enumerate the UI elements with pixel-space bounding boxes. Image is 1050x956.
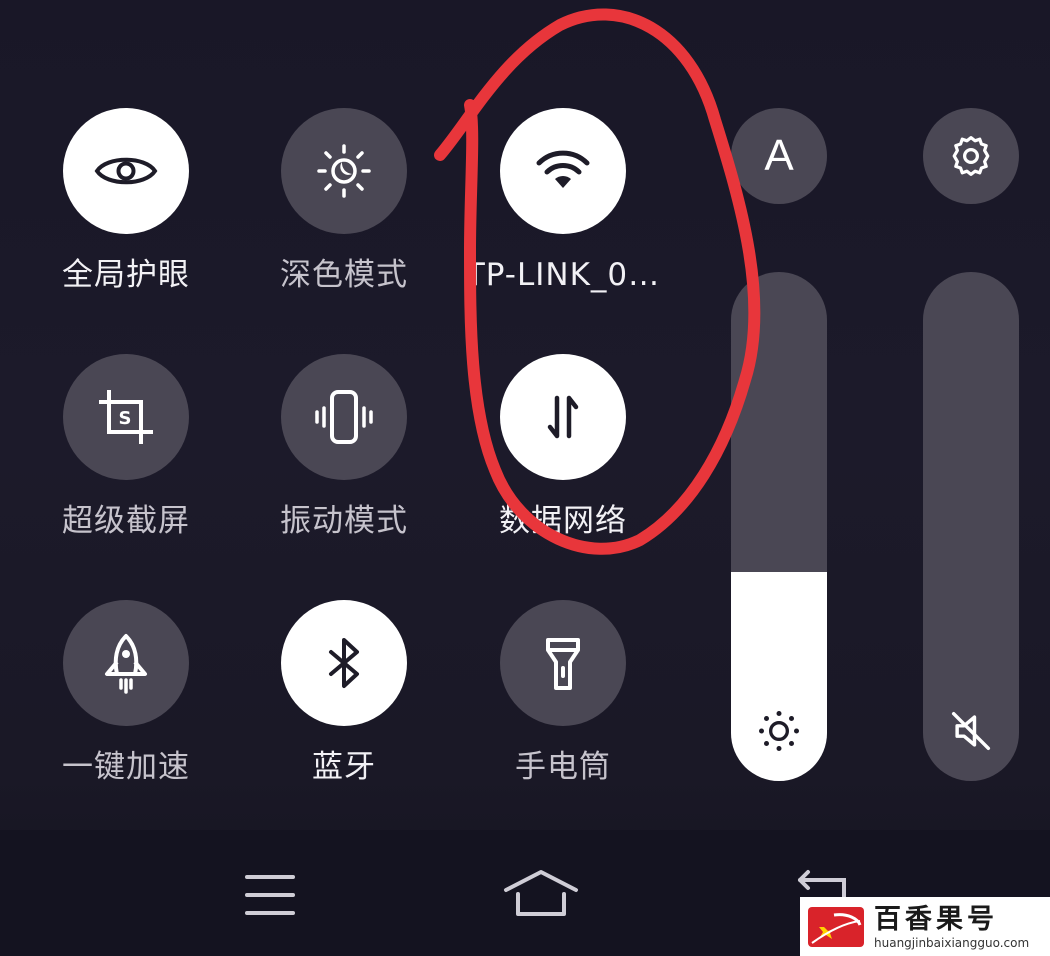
watermark-logo-icon xyxy=(808,906,864,947)
screenshot-icon: S xyxy=(99,390,153,444)
home-button[interactable] xyxy=(498,860,584,930)
bluetooth-toggle[interactable] xyxy=(281,600,407,726)
rocket-icon xyxy=(105,634,147,694)
home-icon xyxy=(504,870,578,916)
tile-label-vibrate: 振动模式 xyxy=(280,503,408,539)
tile-label-eye-protection: 全局护眼 xyxy=(62,257,190,293)
svg-text:S: S xyxy=(119,408,132,429)
auto-brightness-button[interactable]: A xyxy=(731,108,827,204)
tile-label-boost: 一键加速 xyxy=(62,749,190,785)
eye-icon xyxy=(94,157,158,185)
vibrate-mode-toggle[interactable] xyxy=(281,354,407,480)
vibrate-icon xyxy=(315,390,373,444)
tile-label-super-screenshot: 超级截屏 xyxy=(62,503,190,539)
menu-icon xyxy=(245,875,295,915)
eye-protection-toggle[interactable] xyxy=(63,108,189,234)
dark-mode-toggle[interactable] xyxy=(281,108,407,234)
brightness-slider[interactable] xyxy=(731,272,827,781)
mobile-data-toggle[interactable] xyxy=(500,354,626,480)
bluetooth-icon xyxy=(329,638,359,688)
tile-label-bluetooth: 蓝牙 xyxy=(312,749,376,785)
mute-icon xyxy=(951,711,991,751)
sun-icon xyxy=(759,711,799,751)
tile-label-mobile-data: 数据网络 xyxy=(499,503,627,539)
volume-slider[interactable] xyxy=(923,272,1019,781)
wifi-toggle[interactable] xyxy=(500,108,626,234)
tile-label-dark-mode: 深色模式 xyxy=(280,257,408,293)
tile-label-wifi: TP-LINK_0… xyxy=(465,257,661,293)
flashlight-icon xyxy=(546,638,580,690)
menu-button[interactable] xyxy=(230,860,310,930)
watermark: 百香果号 huangjinbaixiangguo.com xyxy=(800,897,1050,956)
mobile-data-icon xyxy=(547,395,579,439)
super-screenshot-toggle[interactable]: S xyxy=(63,354,189,480)
gear-icon xyxy=(952,136,990,176)
settings-button[interactable] xyxy=(923,108,1019,204)
wifi-icon xyxy=(536,150,590,188)
dark-mode-icon xyxy=(317,144,371,198)
flashlight-toggle[interactable] xyxy=(500,600,626,726)
watermark-url: huangjinbaixiangguo.com xyxy=(874,935,1030,950)
auto-brightness-label: A xyxy=(764,131,794,180)
boost-toggle[interactable] xyxy=(63,600,189,726)
tile-label-flashlight: 手电筒 xyxy=(515,749,611,785)
watermark-title: 百香果号 xyxy=(874,903,998,935)
